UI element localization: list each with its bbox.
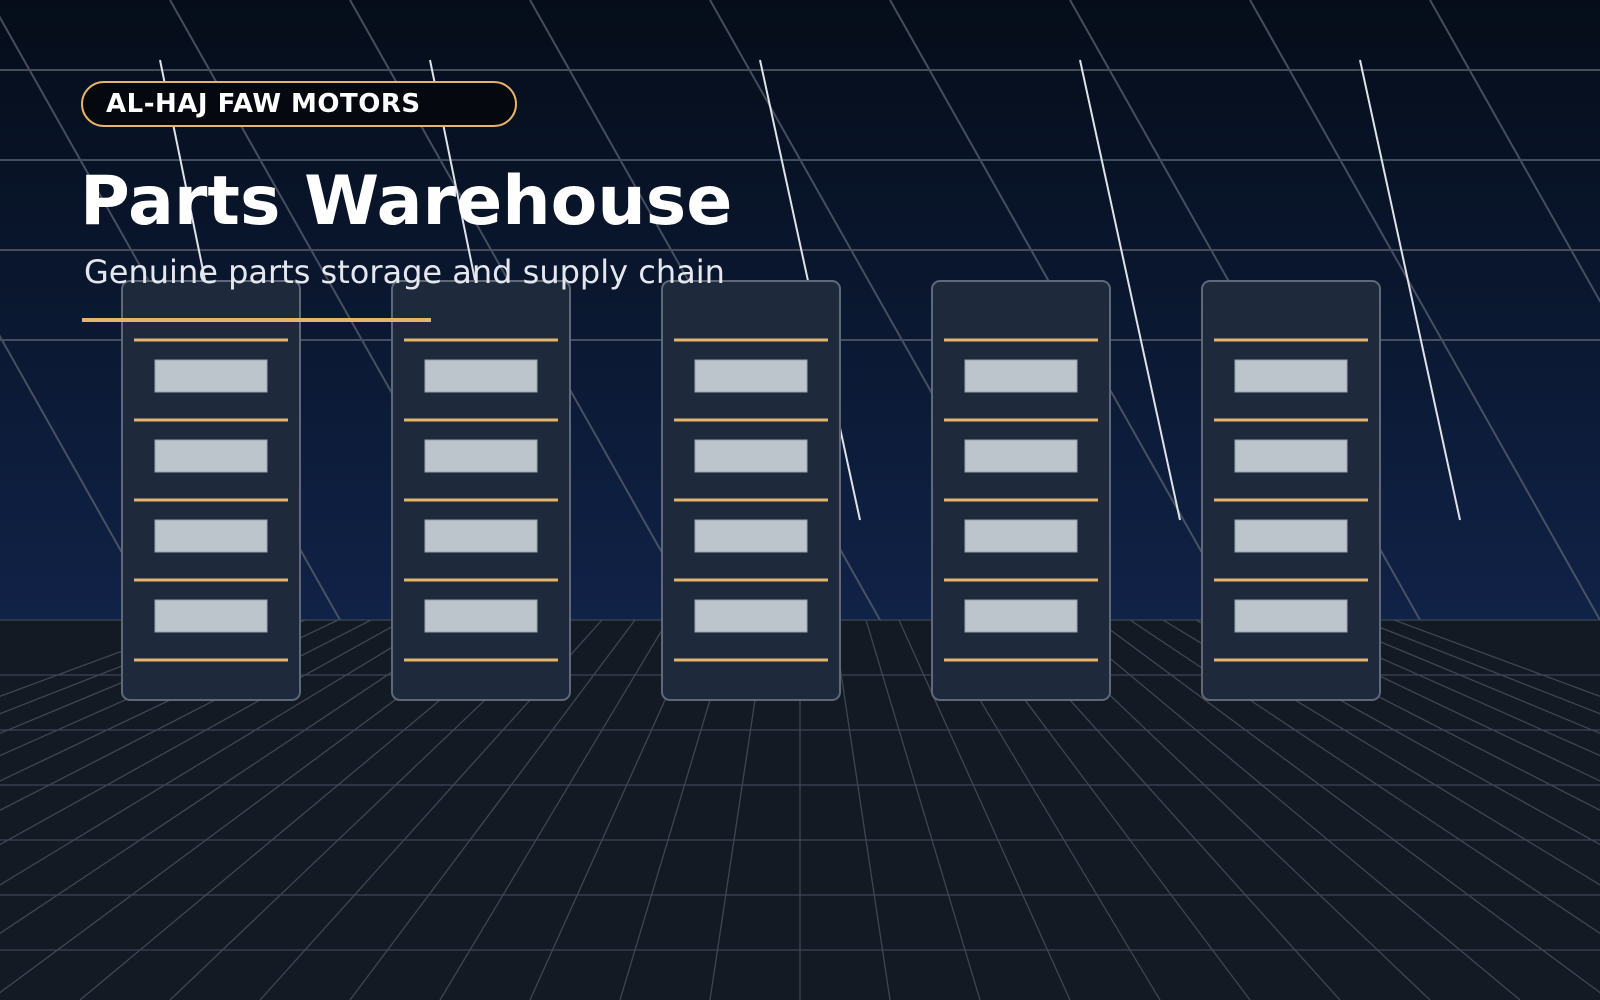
rack-bin <box>424 519 538 553</box>
rack-bin <box>424 599 538 633</box>
rack-bin <box>694 359 808 393</box>
rack-bin <box>694 519 808 553</box>
warehouse-scene: AL-HAJ FAW MOTORS Parts Warehouse Genuin… <box>0 0 1600 1000</box>
accent-divider <box>82 318 431 322</box>
rack-bin <box>154 519 268 553</box>
rack-bin <box>1234 439 1348 473</box>
storage-rack <box>121 280 301 701</box>
rack-bin <box>1234 359 1348 393</box>
rack-frame <box>931 280 1111 701</box>
rack-bin <box>1234 519 1348 553</box>
rack-bin <box>964 359 1078 393</box>
rack-frame <box>661 280 841 701</box>
rack-frame <box>1201 280 1381 701</box>
rack-bin <box>154 439 268 473</box>
rack-bin <box>964 439 1078 473</box>
rack-bin <box>1234 599 1348 633</box>
storage-rack <box>391 280 571 701</box>
rack-bin <box>964 599 1078 633</box>
rack-bin <box>964 519 1078 553</box>
brand-name: AL-HAJ FAW MOTORS <box>106 89 421 119</box>
warehouse-background <box>0 0 1600 1000</box>
rack-bin <box>154 359 268 393</box>
rack-frame <box>391 280 571 701</box>
storage-rack <box>931 280 1111 701</box>
rack-bin <box>694 439 808 473</box>
brand-badge: AL-HAJ FAW MOTORS <box>81 81 517 127</box>
storage-rack <box>661 280 841 701</box>
storage-rack <box>1201 280 1381 701</box>
rack-bin <box>154 599 268 633</box>
rack-bin <box>694 599 808 633</box>
rack-frame <box>121 280 301 701</box>
rack-bin <box>424 359 538 393</box>
rack-bin <box>424 439 538 473</box>
page-title: Parts Warehouse <box>80 162 733 241</box>
page-subtitle: Genuine parts storage and supply chain <box>84 253 725 291</box>
